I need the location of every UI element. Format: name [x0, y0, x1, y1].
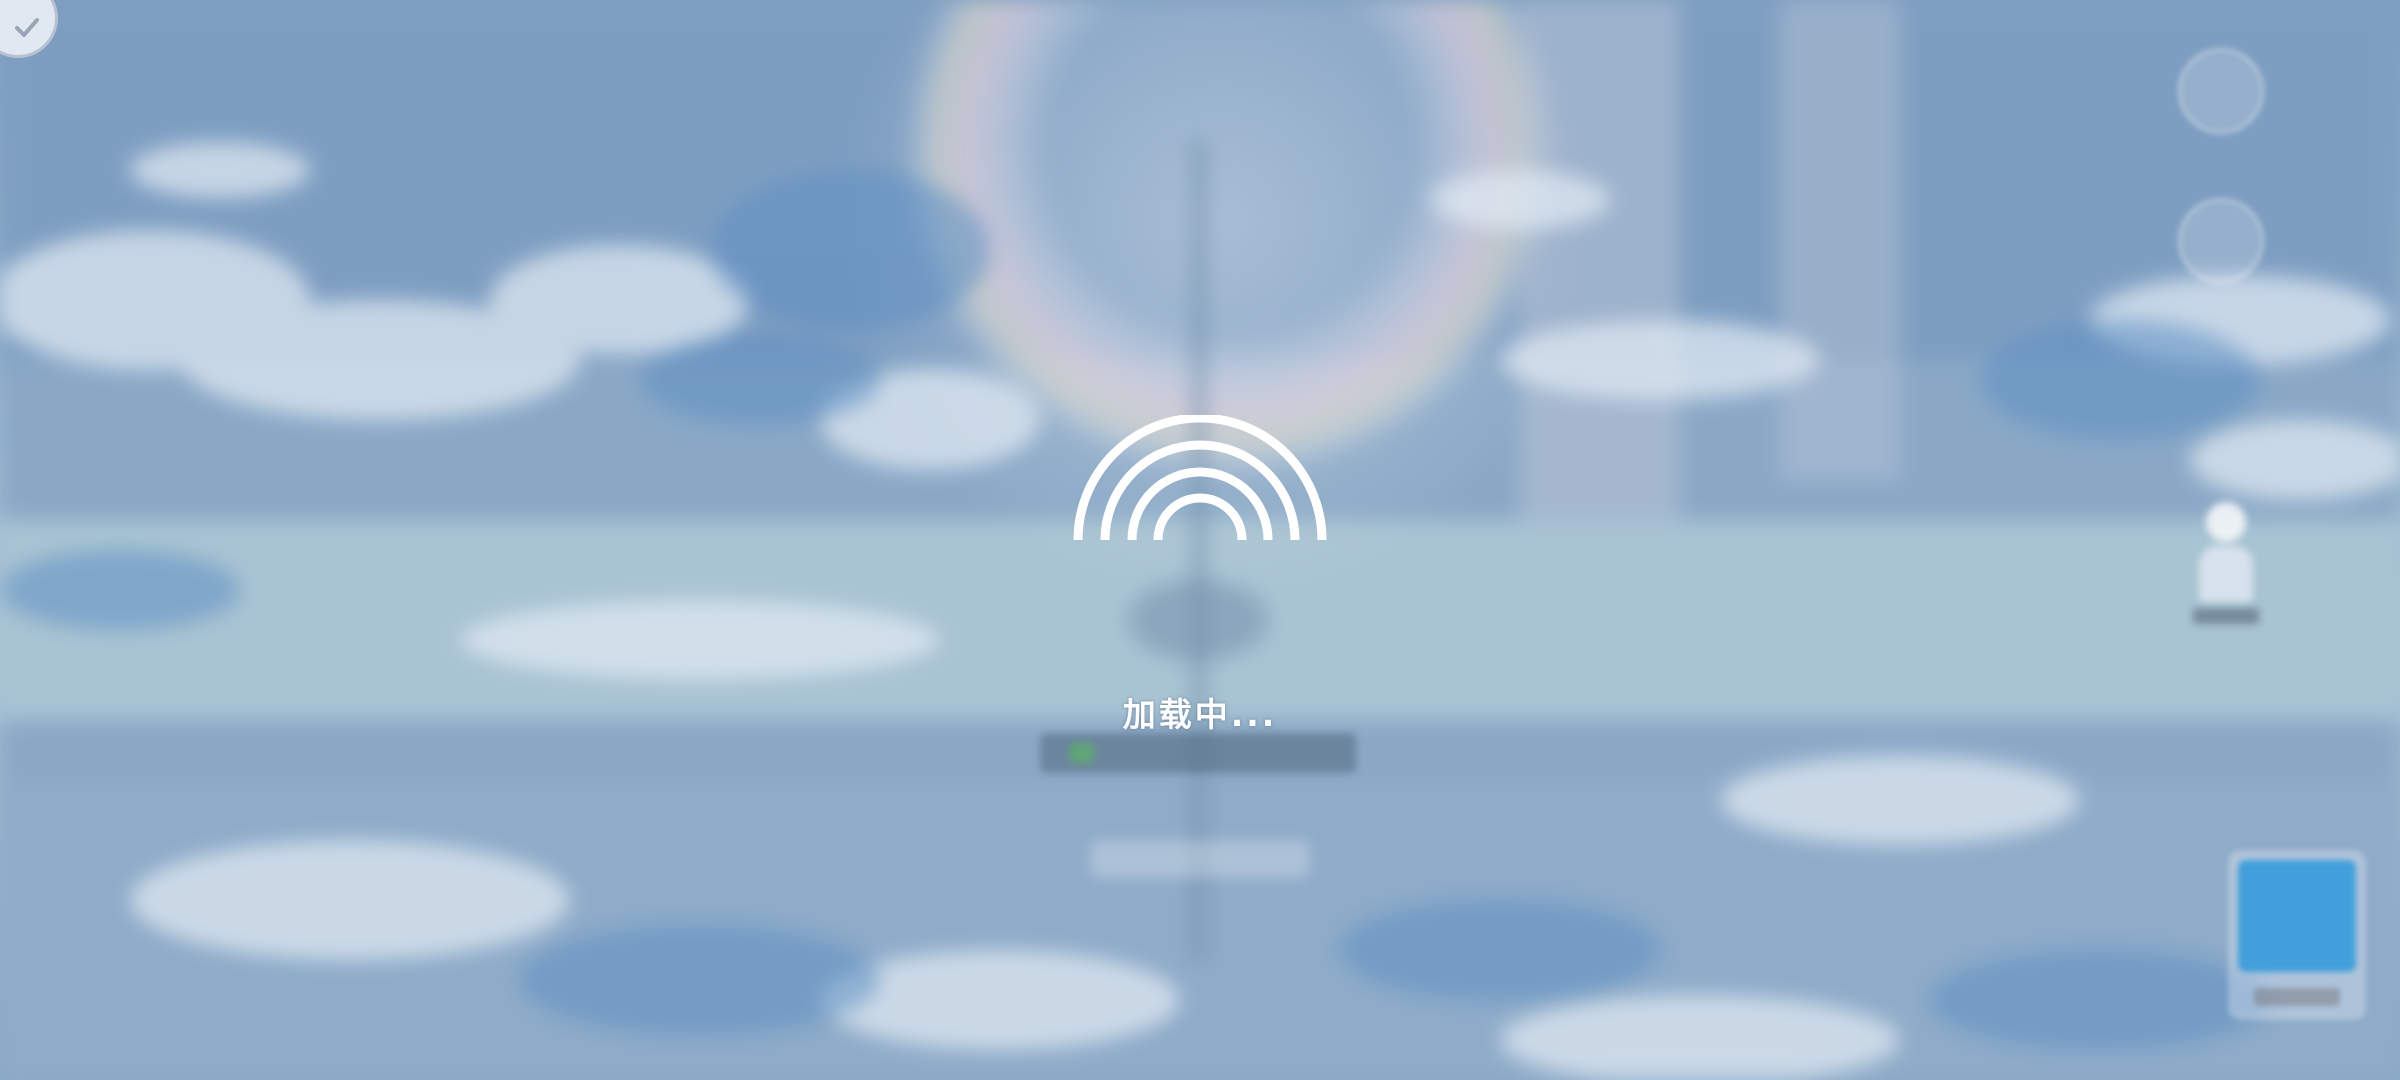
feature-card-caption: [2254, 988, 2340, 1006]
feature-card-image: [2238, 860, 2356, 972]
blurred-status-indicator: [1070, 743, 1094, 763]
check-badge-icon: [15, 18, 39, 37]
feature-card[interactable]: [2228, 850, 2366, 1020]
avatar-head: [2206, 502, 2246, 542]
game-loading-screen: 加载中...: [0, 0, 2400, 1080]
loading-status-text: 加载中...: [1122, 695, 1278, 734]
signal-arcs-icon: [1073, 415, 1327, 541]
blurred-status-bar: [1040, 733, 1356, 773]
avatar-body: [2199, 546, 2253, 602]
lantern-icon[interactable]: [2178, 48, 2264, 134]
blurred-caption: [1090, 840, 1310, 878]
avatar-nameplate: [2193, 608, 2259, 624]
compass-icon[interactable]: [2178, 198, 2264, 284]
character-avatar[interactable]: [2188, 488, 2264, 628]
